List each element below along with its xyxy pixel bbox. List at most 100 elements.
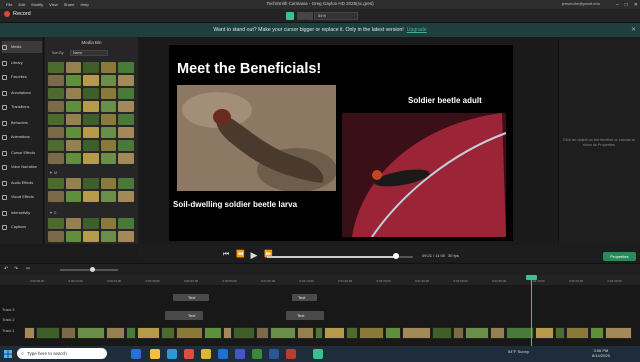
media-thumbnail[interactable]	[118, 191, 134, 202]
media-clip[interactable]	[233, 327, 255, 339]
sidebar-item-voice-narration[interactable]: Voice Narration	[2, 161, 42, 173]
minimize-button[interactable]: –	[616, 2, 619, 8]
taskbar-clock[interactable]: 3:56 PM 8/14/2025	[592, 348, 610, 358]
media-clip[interactable]	[126, 327, 136, 339]
media-clip[interactable]	[36, 327, 60, 339]
media-clip[interactable]	[453, 327, 464, 339]
bin-section-header[interactable]: ▼ M	[49, 171, 57, 175]
media-thumbnail[interactable]	[118, 101, 134, 112]
redo-icon[interactable]: ↷	[14, 266, 18, 272]
media-clip[interactable]	[137, 327, 160, 339]
select-tool-icon[interactable]	[286, 12, 294, 20]
undo-icon[interactable]: ↶	[4, 266, 8, 272]
fps-select[interactable]: 30 fps	[448, 253, 459, 258]
media-thumbnail[interactable]	[65, 178, 82, 189]
media-thumbnail[interactable]	[100, 231, 117, 242]
file-explorer-icon[interactable]	[150, 349, 160, 359]
media-thumbnail[interactable]	[118, 218, 134, 229]
media-thumbnail[interactable]	[100, 88, 117, 99]
sidebar-item-interactivity[interactable]: Interactivity	[2, 207, 42, 219]
media-clip[interactable]	[315, 327, 323, 339]
media-thumbnail[interactable]	[100, 191, 117, 202]
timeline-zoom-handle[interactable]	[90, 267, 95, 272]
media-thumbnail[interactable]	[48, 62, 64, 73]
timeline-zoom-slider[interactable]	[60, 269, 118, 271]
user-account[interactable]: jensmobe@peart.edu	[562, 1, 600, 6]
sidebar-item-visual-effects[interactable]: Visual Effects	[2, 191, 42, 203]
media-thumbnail[interactable]	[48, 218, 64, 229]
sidebar-item-animations[interactable]: Animations	[2, 131, 42, 143]
media-thumbnail[interactable]	[65, 218, 82, 229]
canvas-zoom-select[interactable]: 54%	[314, 12, 358, 20]
media-clip[interactable]	[490, 327, 505, 339]
taskbar-search-input[interactable]: Type here to search	[17, 348, 107, 359]
media-thumbnail[interactable]	[48, 88, 64, 99]
media-thumbnail[interactable]	[100, 178, 117, 189]
media-thumbnail[interactable]	[83, 127, 99, 138]
media-clip[interactable]	[204, 327, 222, 339]
media-clip[interactable]	[256, 327, 269, 339]
media-thumbnail[interactable]	[83, 218, 99, 229]
media-thumbnail[interactable]	[118, 62, 134, 73]
media-thumbnail[interactable]	[65, 153, 82, 164]
media-thumbnail[interactable]	[83, 191, 99, 202]
media-thumbnail[interactable]	[48, 178, 64, 189]
media-clip[interactable]	[432, 327, 452, 339]
track-2-label[interactable]: Track 2	[2, 318, 15, 322]
media-thumbnail[interactable]	[118, 114, 134, 125]
word-icon[interactable]	[269, 349, 279, 359]
media-thumbnail[interactable]	[83, 75, 99, 86]
media-clip[interactable]	[555, 327, 565, 339]
media-thumbnail[interactable]	[118, 140, 134, 151]
sidebar-item-cursor-effects[interactable]: Cursor Effects	[2, 147, 42, 159]
media-thumbnail[interactable]	[83, 140, 99, 151]
media-thumbnail[interactable]	[65, 88, 82, 99]
media-clip[interactable]	[535, 327, 554, 339]
edge-icon[interactable]	[167, 349, 177, 359]
camtasia-icon[interactable]	[313, 349, 323, 359]
media-thumbnail[interactable]	[48, 127, 64, 138]
media-thumbnail[interactable]	[65, 231, 82, 242]
crop-tool-icon[interactable]	[305, 12, 313, 20]
media-thumbnail[interactable]	[83, 101, 99, 112]
sidebar-item-favorites[interactable]: Favorites	[2, 71, 42, 83]
pan-tool-icon[interactable]	[297, 12, 305, 20]
media-thumbnail[interactable]	[48, 231, 64, 242]
media-thumbnail[interactable]	[83, 114, 99, 125]
chrome-icon[interactable]	[201, 349, 211, 359]
media-thumbnail[interactable]	[83, 88, 99, 99]
media-clip[interactable]	[61, 327, 76, 339]
media-thumbnail[interactable]	[118, 231, 134, 242]
sidebar-item-transitions[interactable]: Transitions	[2, 101, 42, 113]
media-thumbnail[interactable]	[118, 153, 134, 164]
outlook-icon[interactable]	[218, 349, 228, 359]
media-thumbnail[interactable]	[83, 231, 99, 242]
task-view-icon[interactable]	[131, 349, 141, 359]
media-clip[interactable]	[297, 327, 314, 339]
media-clip[interactable]	[223, 327, 232, 339]
step-back-icon[interactable]: ⏮	[222, 251, 230, 259]
media-clip[interactable]	[385, 327, 401, 339]
media-thumbnail[interactable]	[65, 75, 82, 86]
bin-section-header[interactable]: ▼ S	[49, 211, 56, 215]
media-clip[interactable]	[590, 327, 604, 339]
media-thumbnail[interactable]	[118, 88, 134, 99]
media-thumbnail[interactable]	[83, 62, 99, 73]
sort-select[interactable]: Name	[70, 50, 108, 56]
record-button[interactable]: Record	[4, 11, 31, 17]
rewind-icon[interactable]: ⏪	[236, 251, 245, 259]
upgrade-link[interactable]: Upgrade	[407, 27, 427, 33]
media-thumbnail[interactable]	[48, 191, 64, 202]
track-1-label[interactable]: Track 1	[2, 329, 15, 333]
weather-widget[interactable]: 54°F Sunny	[508, 349, 529, 354]
banner-close-icon[interactable]: ✕	[631, 26, 636, 33]
media-clip[interactable]	[605, 327, 632, 339]
media-thumbnail[interactable]	[65, 127, 82, 138]
media-clip[interactable]	[402, 327, 431, 339]
media-thumbnail[interactable]	[100, 75, 117, 86]
media-clip[interactable]	[106, 327, 125, 339]
media-thumbnail[interactable]	[48, 153, 64, 164]
sidebar-item-media[interactable]: Media	[2, 41, 42, 53]
media-clip[interactable]	[346, 327, 358, 339]
media-thumbnail[interactable]	[65, 62, 82, 73]
